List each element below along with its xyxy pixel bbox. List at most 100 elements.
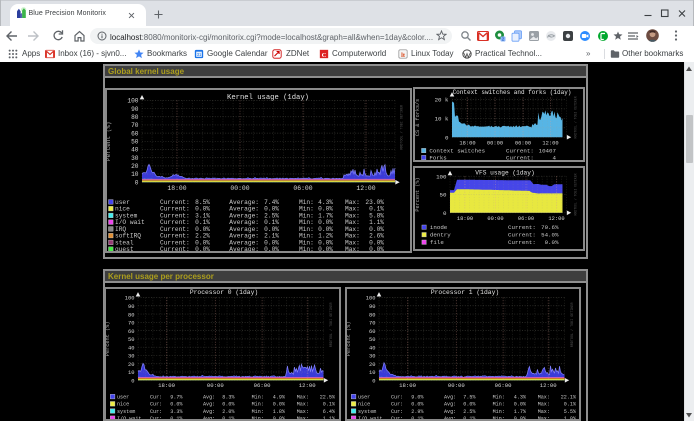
svg-text:0.0%: 0.0% (264, 246, 279, 251)
svg-text:0.0%: 0.0% (195, 246, 210, 251)
svg-text:RRDTOOL / TOBI OETIKER: RRDTOOL / TOBI OETIKER (574, 96, 578, 138)
svg-text:22.1%: 22.1% (561, 395, 577, 401)
svg-text:2.9%: 2.9% (411, 409, 424, 415)
svg-text:1.7%: 1.7% (514, 409, 527, 415)
svg-text:Min:: Min: (493, 416, 505, 421)
svg-text:C: C (322, 52, 327, 59)
svg-text:Avg:: Avg: (444, 409, 456, 415)
svg-text:100: 100 (127, 98, 138, 105)
svg-text:90: 90 (131, 106, 139, 113)
svg-text:90: 90 (128, 303, 135, 310)
svg-text:file: file (430, 239, 444, 246)
svg-text:50: 50 (131, 139, 139, 146)
svg-text:0.0%: 0.0% (273, 416, 286, 421)
svg-text:Min:: Min: (493, 409, 505, 415)
svg-text:Cur:: Cur: (150, 409, 162, 415)
svg-text:0.0%: 0.0% (273, 402, 286, 408)
svg-text:70.6%: 70.6% (541, 224, 559, 231)
svg-text:0.0%: 0.0% (411, 402, 424, 408)
svg-text:06:00: 06:00 (293, 185, 312, 192)
svg-text:Cur:: Cur: (150, 402, 162, 408)
svg-text:10: 10 (131, 171, 139, 178)
svg-text:8.3%: 8.3% (222, 395, 235, 401)
svg-text:Cur:: Cur: (391, 402, 403, 408)
svg-text:dentry: dentry (430, 232, 451, 239)
svg-text:9.7%: 9.7% (170, 395, 183, 401)
svg-text:0.0%: 0.0% (318, 246, 333, 251)
svg-text:20: 20 (131, 163, 139, 170)
svg-text:06:00: 06:00 (515, 140, 531, 146)
svg-text:Cur:: Cur: (150, 395, 162, 401)
svg-text:Current:: Current: (506, 147, 534, 154)
svg-text:00:00: 00:00 (487, 216, 503, 222)
svg-text:nice: nice (358, 402, 370, 408)
svg-text:12:00: 12:00 (542, 140, 558, 146)
svg-text:Max:: Max: (297, 416, 309, 421)
svg-text:40: 40 (131, 147, 139, 154)
svg-text:2.0%: 2.0% (222, 409, 235, 415)
svg-text:Avg:: Avg: (203, 395, 215, 401)
svg-text:100: 100 (366, 295, 376, 302)
svg-text:5.5%: 5.5% (564, 409, 577, 415)
svg-text:Kernel usage (1day): Kernel usage (1day) (227, 94, 309, 102)
svg-text:9.0%: 9.0% (411, 395, 424, 401)
svg-text:60: 60 (131, 130, 139, 137)
svg-text:Current:: Current: (508, 239, 536, 246)
svg-text:user: user (117, 395, 129, 401)
svg-text:80: 80 (128, 311, 135, 318)
svg-text:0.1%: 0.1% (463, 416, 476, 421)
svg-text:60: 60 (369, 328, 376, 335)
svg-text:10 k: 10 k (435, 116, 449, 123)
svg-text:Min:: Min: (252, 409, 264, 415)
svg-text:Cur:: Cur: (150, 416, 162, 421)
svg-text:1.8%: 1.8% (273, 409, 286, 415)
svg-text:0: 0 (135, 179, 139, 186)
svg-text:Forks: Forks (429, 154, 446, 160)
svg-text:12:00: 12:00 (299, 382, 317, 389)
svg-text:70: 70 (369, 320, 376, 327)
svg-text:Avg:: Avg: (444, 416, 456, 421)
svg-text:50: 50 (369, 336, 376, 343)
svg-text:CS & forks/s: CS & forks/s (415, 99, 421, 136)
svg-text:Max:: Max: (538, 395, 550, 401)
svg-text:user: user (358, 395, 370, 401)
svg-text:7.5%: 7.5% (463, 395, 476, 401)
svg-text:0.0%: 0.0% (222, 402, 235, 408)
svg-text:0.1%: 0.1% (222, 416, 235, 421)
svg-text:0: 0 (443, 210, 447, 217)
svg-text:60: 60 (128, 328, 135, 335)
svg-text:90: 90 (369, 303, 376, 310)
svg-text:Min:: Min: (493, 395, 505, 401)
svg-text:inode: inode (430, 224, 448, 231)
svg-text:18:00: 18:00 (167, 185, 186, 192)
svg-text:Avg:: Avg: (444, 395, 456, 401)
svg-text:Max:: Max: (297, 402, 309, 408)
svg-text:0.0%: 0.0% (369, 246, 384, 251)
svg-text:VFS usage (1day): VFS usage (1day) (475, 169, 534, 176)
svg-text:40: 40 (369, 344, 376, 351)
svg-text:80: 80 (131, 114, 139, 121)
svg-text:0: 0 (445, 134, 449, 141)
svg-text:Min:: Min: (252, 402, 264, 408)
svg-text:00:00: 00:00 (487, 140, 503, 146)
svg-text:Max:: Max: (345, 246, 360, 251)
svg-text:0.0%: 0.0% (514, 402, 527, 408)
svg-text:Cur:: Cur: (391, 395, 403, 401)
svg-text:Current:: Current: (506, 154, 534, 160)
svg-text:1.1%: 1.1% (323, 416, 336, 421)
svg-text:20 k: 20 k (435, 97, 449, 104)
svg-text:30: 30 (128, 353, 135, 360)
svg-text:00:00: 00:00 (207, 382, 225, 389)
svg-text:70: 70 (128, 320, 135, 327)
svg-text:22.5%: 22.5% (320, 395, 336, 401)
svg-text:Min:: Min: (252, 416, 264, 421)
svg-text:Percent (%): Percent (%) (347, 322, 352, 357)
svg-text:RRDTOOL / TOBI OETIKER: RRDTOOL / TOBI OETIKER (329, 303, 334, 348)
svg-text:Current:: Current: (508, 232, 536, 239)
svg-text:0.0%: 0.0% (170, 402, 183, 408)
svg-text:6.4%: 6.4% (323, 409, 336, 415)
svg-text:Cur:: Cur: (391, 416, 403, 421)
svg-text:00:00: 00:00 (230, 185, 249, 192)
svg-text:Context switches: Context switches (429, 147, 485, 154)
svg-text:RRDTOOL / TOBI OETIKER: RRDTOOL / TOBI OETIKER (574, 173, 578, 215)
